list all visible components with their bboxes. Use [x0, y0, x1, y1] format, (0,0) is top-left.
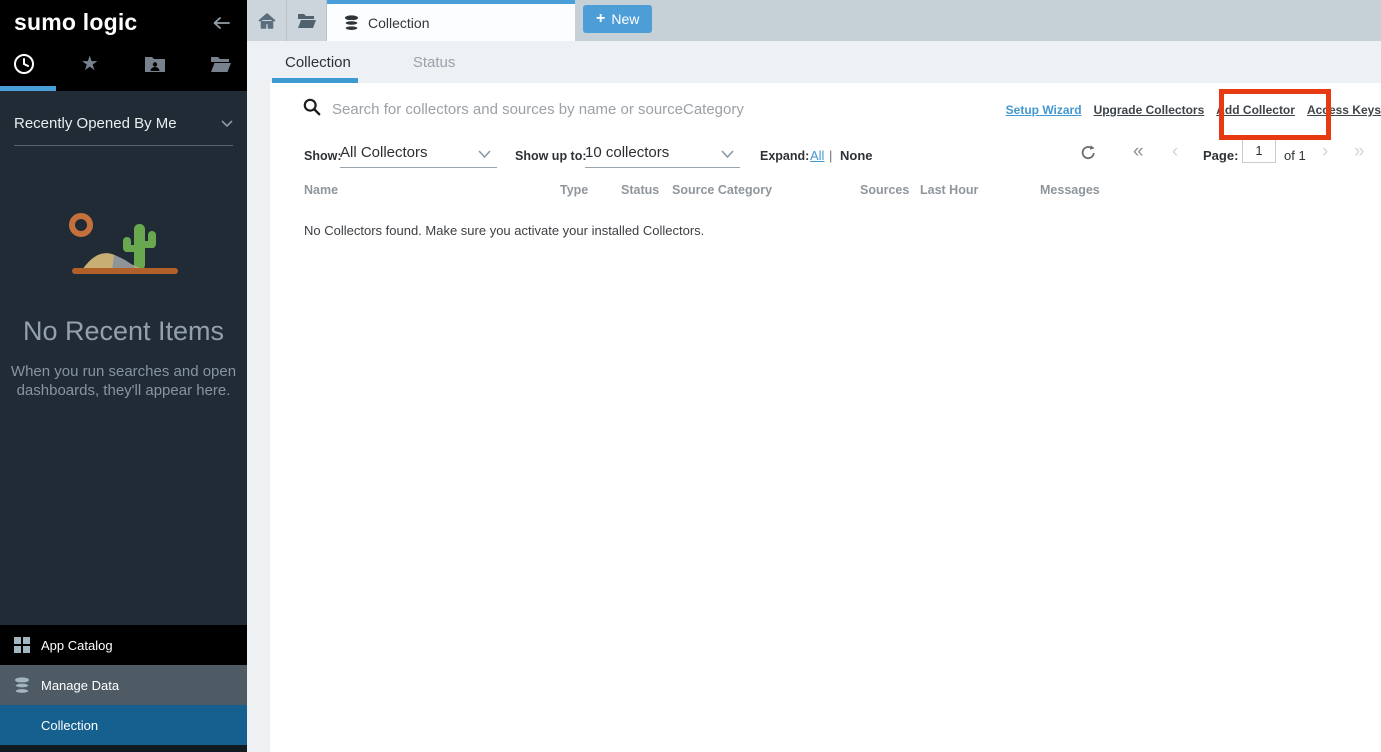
show-label: Show:: [304, 149, 342, 163]
no-recent-items-caption: When you run searches and open dashboard…: [0, 363, 247, 401]
folder-icon: [297, 13, 317, 29]
next-page-button[interactable]: ›: [1322, 145, 1328, 159]
library-tab-button[interactable]: [287, 0, 327, 41]
left-sidebar: sumo logic ★: [0, 0, 247, 752]
column-header-source-category[interactable]: Source Category: [672, 183, 772, 197]
setup-wizard-link[interactable]: Setup Wizard: [1006, 103, 1082, 117]
first-page-button[interactable]: «: [1133, 145, 1144, 159]
app-grid-icon: [14, 637, 32, 653]
collapse-sidebar-icon[interactable]: [211, 15, 231, 31]
tab-label: Collection: [368, 15, 429, 31]
column-header-type[interactable]: Type: [560, 183, 588, 197]
chevron-down-icon: [721, 150, 734, 159]
collection-panel: Setup Wizard Upgrade Collectors Add Coll…: [270, 83, 1381, 752]
add-collector-link[interactable]: Add Collector: [1216, 103, 1295, 117]
upgrade-collectors-link[interactable]: Upgrade Collectors: [1094, 103, 1205, 117]
sidebar-icon-tabs: ★: [0, 45, 247, 91]
column-header-sources[interactable]: Sources: [860, 183, 909, 197]
database-icon: [14, 677, 32, 694]
show-dropdown-value: All Collectors: [340, 144, 428, 161]
page-label: Page:: [1203, 148, 1238, 163]
sidebar-empty-state: No Recent Items When you run searches an…: [0, 208, 247, 401]
top-tab-strip: Collection + New: [247, 0, 1381, 41]
column-header-last-hour[interactable]: Last Hour: [920, 183, 978, 197]
search-row: Setup Wizard Upgrade Collectors Add Coll…: [270, 83, 1381, 135]
sub-tab-bar: Collection Status: [247, 41, 1381, 83]
active-icon-tab-underline: [0, 86, 56, 91]
tab-collection[interactable]: Collection: [327, 0, 575, 41]
show-up-to-label: Show up to:: [515, 149, 587, 163]
column-header-name[interactable]: Name: [304, 183, 338, 197]
access-keys-link[interactable]: Access Keys: [1307, 103, 1381, 117]
filter-row: Show: All Collectors Show up to: 10 coll…: [270, 135, 1381, 177]
menu-item-label: App Catalog: [41, 638, 113, 653]
sidebar-item-manage-data[interactable]: Manage Data: [0, 665, 247, 705]
chevron-down-icon: [221, 120, 233, 128]
no-recent-items-title: No Recent Items: [0, 316, 247, 347]
sidebar-bottom-menu: App Catalog Manage Data Collection: [0, 625, 247, 752]
page-number-input[interactable]: [1242, 137, 1276, 163]
show-collectors-dropdown[interactable]: All Collectors: [340, 144, 497, 168]
expand-none-link[interactable]: None: [840, 148, 873, 163]
refresh-icon[interactable]: [1080, 144, 1097, 161]
search-input[interactable]: [332, 91, 952, 127]
new-button[interactable]: + New: [583, 5, 652, 33]
collectors-table-header: Name Type Status Source Category Sources…: [270, 177, 1381, 209]
recent-items-dropdown[interactable]: Recently Opened By Me: [14, 115, 233, 146]
no-collectors-message: No Collectors found. Make sure you activ…: [304, 223, 1381, 238]
expand-label: Expand:: [760, 149, 809, 163]
library-folder-icon[interactable]: [209, 52, 233, 76]
sidebar-header: sumo logic: [0, 0, 247, 45]
new-button-label: New: [611, 11, 639, 27]
column-header-messages[interactable]: Messages: [1040, 183, 1100, 197]
last-page-button[interactable]: »: [1354, 145, 1365, 159]
sumo-logic-logo: sumo logic: [14, 9, 137, 36]
show-up-to-dropdown[interactable]: 10 collectors: [585, 144, 740, 168]
home-icon: [258, 13, 276, 29]
main-area: Collection + New Collection Status Setup…: [247, 0, 1381, 752]
expand-all-link[interactable]: All: [810, 148, 824, 163]
favorites-star-icon[interactable]: ★: [78, 52, 102, 76]
plus-icon: +: [596, 11, 605, 27]
sidebar-item-collection[interactable]: Collection: [0, 705, 247, 745]
search-icon: [303, 98, 321, 116]
expand-separator: |: [829, 148, 832, 163]
page-of-text: of 1: [1284, 148, 1306, 163]
quick-links: Setup Wizard Upgrade Collectors Add Coll…: [1006, 103, 1381, 117]
desert-cactus-illustration: [54, 208, 194, 288]
column-header-status[interactable]: Status: [621, 183, 659, 197]
chevron-down-icon: [478, 150, 491, 159]
sidebar-next-item-edge: [0, 745, 247, 752]
shared-folder-person-icon[interactable]: [143, 52, 167, 76]
prev-page-button[interactable]: ‹: [1172, 145, 1178, 159]
database-icon: [344, 15, 359, 31]
recents-clock-icon[interactable]: [12, 52, 36, 76]
subtab-collection[interactable]: Collection: [285, 54, 351, 71]
home-tab-button[interactable]: [247, 0, 287, 41]
sidebar-item-app-catalog[interactable]: App Catalog: [0, 625, 247, 665]
menu-item-label: Collection: [41, 718, 98, 733]
show-up-to-value: 10 collectors: [585, 144, 669, 161]
recent-dropdown-label: Recently Opened By Me: [14, 115, 177, 132]
menu-item-label: Manage Data: [41, 678, 119, 693]
subtab-status[interactable]: Status: [413, 54, 456, 71]
